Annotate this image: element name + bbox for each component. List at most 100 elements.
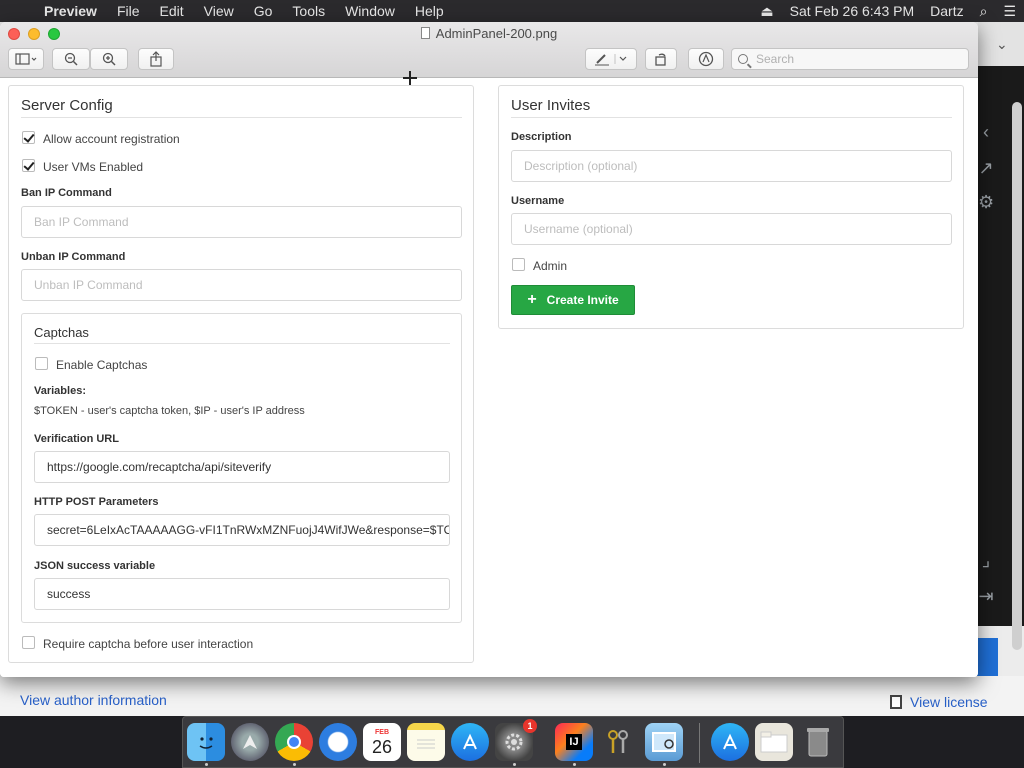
system-preferences-icon[interactable]: 1	[495, 719, 537, 761]
preview-icon[interactable]	[645, 723, 683, 761]
menu-view[interactable]: View	[194, 3, 244, 19]
menu-help[interactable]: Help	[405, 3, 454, 19]
running-indicator	[513, 763, 516, 766]
allow-registration-label: Allow account registration	[43, 132, 180, 146]
unban-ip-input[interactable]: Unban IP Command	[21, 269, 462, 301]
spotlight-icon[interactable]: ⌕	[972, 3, 996, 20]
intellij-icon[interactable]: IJ	[555, 723, 593, 761]
menu-edit[interactable]: Edit	[150, 3, 194, 19]
license-link[interactable]: View license	[890, 694, 988, 710]
admin-label: Admin	[533, 259, 568, 273]
post-params-input[interactable]: secret=6LeIxAcTAAAAAGG-vFI1TnRWxMZNFuojJ…	[34, 514, 450, 546]
zoom-out-icon	[64, 52, 78, 66]
external-link-icon[interactable]: ↗	[978, 158, 994, 179]
calendar-icon[interactable]: FEB 26	[363, 723, 401, 761]
share-icon	[150, 51, 162, 67]
markup-button[interactable]	[585, 48, 637, 70]
rotate-button[interactable]	[645, 48, 677, 70]
running-indicator	[663, 763, 666, 766]
app-store-icon[interactable]	[451, 723, 489, 761]
image-content: Server Config Allow account registration…	[0, 79, 978, 677]
notification-center-icon[interactable]: ☰	[995, 3, 1024, 20]
running-indicator	[293, 763, 296, 766]
rotate-icon	[655, 53, 666, 66]
menu-tools[interactable]: Tools	[282, 3, 335, 19]
search-field[interactable]: Search	[731, 48, 969, 70]
author-link[interactable]: View author information	[20, 692, 167, 708]
unban-ip-label: Unban IP Command	[21, 251, 126, 263]
variables-label: Variables:	[34, 385, 86, 397]
enable-captchas-label: Enable Captchas	[56, 358, 148, 372]
divider	[511, 117, 952, 118]
username-label: Username	[511, 195, 565, 207]
window-title-text: AdminPanel-200.png	[435, 26, 558, 41]
markup-toolbar-button[interactable]	[688, 48, 724, 70]
variables-text: $TOKEN - user's captcha token, $IP - use…	[34, 405, 305, 417]
documents-folder-icon[interactable]	[755, 723, 793, 761]
keychain-icon[interactable]	[599, 723, 637, 761]
chrome-icon[interactable]	[275, 723, 313, 761]
calendar-day: 26	[371, 736, 393, 757]
ban-ip-input[interactable]: Ban IP Command	[21, 206, 462, 238]
menu-file[interactable]: File	[107, 3, 150, 19]
trash-icon[interactable]	[799, 723, 837, 761]
chevron-down-icon[interactable]: ⌄	[996, 36, 1008, 53]
menu-preview[interactable]: Preview	[34, 3, 107, 19]
create-invite-label: Create Invite	[546, 293, 619, 307]
app-store-downloads-icon[interactable]	[711, 723, 749, 761]
safari-icon[interactable]	[319, 723, 357, 761]
chevron-left-icon[interactable]: ‹	[978, 122, 994, 143]
gear-icon[interactable]: ⚙	[978, 192, 994, 213]
share-button[interactable]	[138, 48, 174, 70]
user-vms-checkbox[interactable]	[22, 159, 35, 172]
notification-badge: 1	[523, 719, 537, 733]
running-indicator	[205, 763, 208, 766]
username-input[interactable]: Username (optional)	[511, 213, 952, 245]
user-name[interactable]: Dartz	[922, 3, 971, 19]
document-icon	[890, 695, 902, 709]
calendar-month: FEB	[375, 728, 389, 736]
server-config-title: Server Config	[21, 97, 113, 114]
verification-url-input[interactable]: https://google.com/recaptcha/api/sitever…	[34, 451, 450, 483]
zoom-in-icon	[102, 52, 116, 66]
notes-icon[interactable]	[407, 723, 445, 761]
minimize-icon[interactable]: ⌟	[978, 550, 994, 571]
file-icon	[420, 27, 430, 39]
intellij-label: IJ	[566, 734, 582, 750]
json-success-input[interactable]: success	[34, 578, 450, 610]
description-input[interactable]: Description (optional)	[511, 150, 952, 182]
scrollbar[interactable]	[1012, 102, 1022, 650]
require-captcha-checkbox[interactable]	[22, 636, 35, 649]
dock: FEB 26 1 IJ	[182, 716, 844, 768]
sidebar-toggle-button[interactable]	[8, 48, 44, 70]
enable-captchas-checkbox[interactable]	[35, 357, 48, 370]
post-params-label: HTTP POST Parameters	[34, 496, 159, 508]
finder-icon[interactable]	[187, 723, 225, 761]
crosshair-cursor-icon	[403, 71, 417, 85]
window-title: AdminPanel-200.png	[0, 26, 978, 41]
allow-registration-checkbox[interactable]	[22, 131, 35, 144]
admin-checkbox[interactable]	[512, 258, 525, 271]
require-captcha-label: Require captcha before user interaction	[43, 637, 254, 651]
sidebar-icon	[15, 53, 37, 65]
plus-icon: +	[527, 291, 537, 308]
user-invites-title: User Invites	[511, 97, 591, 114]
user-vms-label: User VMs Enabled	[43, 160, 144, 174]
share-icon[interactable]: ⇥	[978, 586, 994, 607]
pen-icon	[595, 54, 627, 66]
user-invites-panel: User Invites Description Description (op…	[498, 85, 964, 329]
launchpad-icon[interactable]	[231, 723, 269, 761]
zoom-in-button[interactable]	[90, 48, 128, 70]
zoom-out-button[interactable]	[52, 48, 90, 70]
markup-icon	[698, 51, 714, 67]
divider	[21, 117, 462, 118]
title-bar: AdminPanel-200.png Search	[0, 22, 978, 78]
server-config-panel: Server Config Allow account registration…	[8, 85, 474, 663]
running-indicator	[573, 763, 576, 766]
eject-icon[interactable]: ⏏	[752, 3, 781, 20]
menu-window[interactable]: Window	[335, 3, 405, 19]
menu-go[interactable]: Go	[244, 3, 283, 19]
create-invite-button[interactable]: + Create Invite	[511, 285, 635, 315]
clock[interactable]: Sat Feb 26 6:43 PM	[782, 3, 923, 19]
license-label[interactable]: View license	[910, 694, 988, 710]
